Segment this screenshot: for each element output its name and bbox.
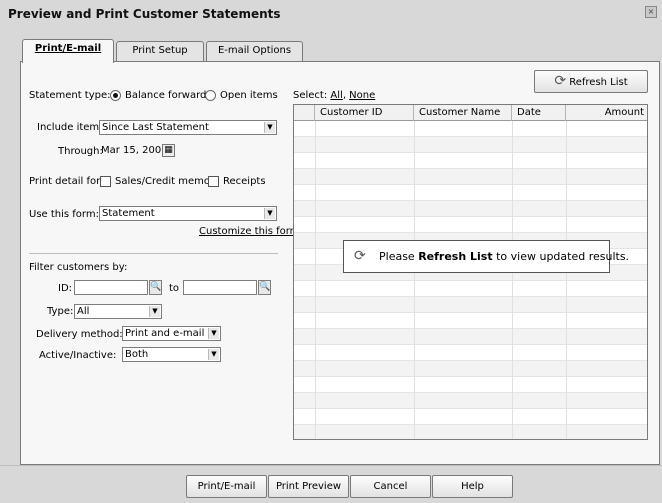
divider — [0, 465, 662, 466]
select-all-link[interactable]: All — [330, 90, 342, 101]
through-label: Through: — [58, 146, 103, 157]
search-icon[interactable]: 🔍 — [258, 280, 271, 295]
select-label: Select: All, None — [293, 90, 376, 101]
use-form-dropdown[interactable]: Statement ▼ — [99, 206, 277, 221]
customer-name-header[interactable]: Customer Name — [414, 105, 512, 121]
table-row[interactable] — [294, 313, 647, 329]
customize-form-link[interactable]: Customize this form — [199, 226, 299, 237]
include-items-dropdown[interactable]: Since Last Statement ▼ — [99, 120, 277, 135]
id-label: ID: — [58, 283, 73, 294]
tab-print-email[interactable]: Print/E-mail — [22, 39, 114, 63]
delivery-method-label: Delivery method: — [36, 329, 123, 340]
grid-divider — [512, 121, 513, 439]
search-icon[interactable]: 🔍 — [149, 280, 162, 295]
statement-type-label: Statement type: — [29, 90, 111, 101]
refresh-list-label: Refresh List — [569, 77, 628, 88]
type-label: Type: — [47, 306, 74, 317]
grid-header: Customer ID Customer Name Date Amount — [294, 105, 647, 121]
open-items-radio[interactable] — [205, 90, 216, 101]
through-date-field[interactable]: Mar 15, 2007 — [99, 144, 161, 159]
refresh-message-text: Please Refresh List to view updated resu… — [379, 241, 629, 272]
cancel-button[interactable]: Cancel — [350, 475, 431, 498]
receipts-label: Receipts — [223, 176, 266, 187]
refresh-message: ⟳ Please Refresh List to view updated re… — [343, 240, 629, 273]
table-row[interactable] — [294, 425, 647, 439]
customer-id-header[interactable]: Customer ID — [315, 105, 414, 121]
chevron-down-icon: ▼ — [208, 349, 219, 360]
table-row[interactable] — [294, 153, 647, 169]
print-preview-button[interactable]: Print Preview — [268, 475, 349, 498]
divider — [29, 253, 278, 254]
amount-header[interactable]: Amount — [566, 105, 647, 121]
use-form-value: Statement — [102, 208, 155, 219]
table-row[interactable] — [294, 345, 647, 361]
active-inactive-value: Both — [125, 349, 149, 360]
active-inactive-dropdown[interactable]: Both ▼ — [122, 347, 221, 362]
tab-label: Print Setup — [132, 45, 188, 56]
sales-credit-memos-label: Sales/Credit memos — [115, 176, 216, 187]
refresh-icon: ⟳ — [354, 248, 366, 264]
refresh-icon: ⟳ — [554, 73, 567, 89]
table-row[interactable] — [294, 297, 647, 313]
balance-forward-label: Balance forward — [125, 90, 207, 101]
chevron-down-icon: ▼ — [264, 122, 275, 133]
table-row[interactable] — [294, 185, 647, 201]
table-row[interactable] — [294, 121, 647, 137]
type-value: All — [77, 306, 90, 317]
print-detail-label: Print detail for: — [29, 176, 104, 187]
refresh-list-button[interactable]: ⟳ Refresh List — [534, 70, 648, 93]
tab-email-options[interactable]: E-mail Options — [206, 41, 303, 61]
delivery-method-dropdown[interactable]: Print and e-mail ▼ — [122, 326, 221, 341]
table-row[interactable] — [294, 169, 647, 185]
use-form-label: Use this form: — [29, 209, 99, 220]
table-row[interactable] — [294, 329, 647, 345]
open-items-label: Open items — [220, 90, 278, 101]
table-row[interactable] — [294, 377, 647, 393]
tab-label: Print/E-mail — [34, 43, 102, 54]
filter-label: Filter customers by: — [29, 262, 128, 273]
receipts-checkbox[interactable] — [208, 176, 219, 187]
table-row[interactable] — [294, 217, 647, 233]
chevron-down-icon: ▼ — [208, 328, 219, 339]
chevron-down-icon: ▼ — [264, 208, 275, 219]
active-inactive-label: Active/Inactive: — [39, 350, 117, 361]
message-after: to view updated results. — [492, 250, 630, 263]
delivery-method-value: Print and e-mail — [125, 328, 205, 339]
message-bold: Refresh List — [418, 250, 493, 263]
message-before: Please — [379, 250, 419, 263]
grid-divider — [414, 121, 415, 439]
to-label: to — [169, 283, 180, 294]
grid-divider — [566, 121, 567, 439]
table-row[interactable] — [294, 201, 647, 217]
date-header[interactable]: Date — [512, 105, 566, 121]
grid-divider — [315, 121, 316, 439]
balance-forward-radio[interactable] — [110, 90, 121, 101]
tab-label: E-mail Options — [217, 45, 292, 56]
select-text: Select: — [293, 90, 328, 101]
select-none-link[interactable]: None — [349, 90, 375, 101]
print-email-button[interactable]: Print/E-mail — [186, 475, 267, 498]
table-row[interactable] — [294, 137, 647, 153]
table-row[interactable] — [294, 393, 647, 409]
include-items-value: Since Last Statement — [102, 122, 209, 133]
close-icon[interactable]: ⨯ — [645, 6, 657, 18]
include-items-label: Include items: — [37, 122, 108, 133]
check-column-header — [294, 105, 315, 121]
id-from-input[interactable] — [74, 280, 148, 295]
window-title: Preview and Print Customer Statements — [8, 7, 281, 21]
id-to-input[interactable] — [183, 280, 257, 295]
table-row[interactable] — [294, 409, 647, 425]
help-button[interactable]: Help — [432, 475, 513, 498]
sales-credit-memos-checkbox[interactable] — [100, 176, 111, 187]
tab-print-setup[interactable]: Print Setup — [116, 41, 204, 61]
calendar-icon[interactable]: ▦ — [162, 144, 175, 157]
table-row[interactable] — [294, 281, 647, 297]
type-dropdown[interactable]: All ▼ — [74, 304, 162, 319]
chevron-down-icon: ▼ — [149, 306, 160, 317]
table-row[interactable] — [294, 361, 647, 377]
